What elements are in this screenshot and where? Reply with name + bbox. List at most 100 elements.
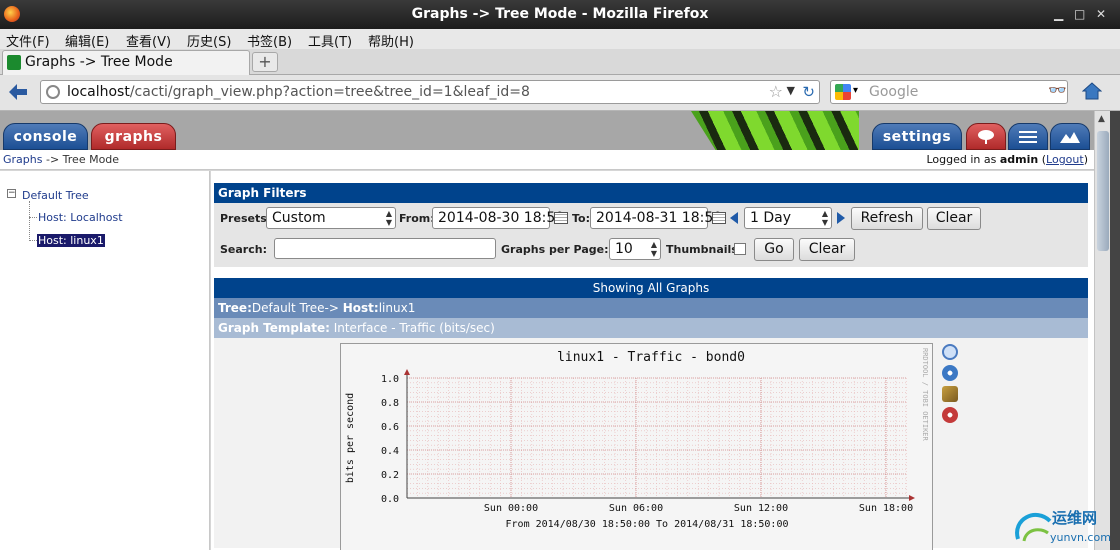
tree-item-linux1[interactable]: Host: linux1 [37, 234, 105, 247]
console-tab[interactable]: console [3, 123, 88, 150]
home-icon[interactable] [1082, 82, 1102, 100]
clear-dates-button[interactable]: Clear [927, 207, 981, 230]
breadcrumb-current: -> Tree Mode [42, 153, 120, 166]
settings-tab[interactable]: settings [872, 123, 962, 150]
login-user: admin [999, 153, 1039, 166]
graph-area: linux1 - Traffic - bond0 RRDTOOL / TOBI O… [214, 338, 1088, 550]
presets-select[interactable]: Custom ▲ ▼ [266, 207, 396, 229]
main-content: Graph Filters Presets: Custom ▲ ▼ From: 20… [211, 171, 1094, 550]
logout-link[interactable]: Logout [1046, 153, 1084, 166]
minimize-button[interactable]: ▁ [1054, 7, 1063, 21]
tree-icon [978, 130, 994, 144]
from-date-input[interactable]: 2014-08-30 18:50 [432, 207, 564, 229]
refresh-button[interactable]: Refresh [851, 207, 923, 230]
graph-template-header: Graph Template: Interface - Traffic (bit… [214, 318, 1088, 338]
graph-search-input[interactable] [274, 238, 496, 259]
watermark-brand: 运维网 [1052, 509, 1097, 527]
tree-connector [29, 217, 37, 218]
x-tick-label: Sun 06:00 [609, 503, 663, 514]
menu-history[interactable]: 历史(S) [187, 31, 231, 50]
cacti-favicon-icon [7, 55, 21, 70]
shift-right-icon[interactable] [837, 212, 845, 224]
preview-view-button[interactable] [1050, 123, 1090, 150]
tree-root[interactable]: Default Tree [22, 189, 89, 202]
x-tick-label: Sun 00:00 [484, 503, 538, 514]
export-csv-icon[interactable] [942, 365, 958, 381]
menu-help[interactable]: 帮助(H) [368, 31, 414, 50]
y-tick-label: 0.6 [381, 422, 399, 433]
from-label: From: [399, 212, 435, 225]
filters-body: Presets: Custom ▲ ▼ From: 2014-08-30 18:50… [214, 203, 1088, 267]
browser-tab[interactable]: Graphs -> Tree Mode [2, 50, 250, 75]
menu-bookmarks[interactable]: 书签(B) [247, 31, 292, 50]
search-label: Search: [220, 243, 267, 256]
x-tick-label: Sun 12:00 [734, 503, 788, 514]
cacti-header: console graphs settings [0, 111, 1094, 150]
search-placeholder: Google [869, 84, 919, 100]
breadcrumb-row: Graphs -> Tree Mode Logged in as admin (… [0, 150, 1094, 170]
menu-tools[interactable]: 工具(T) [308, 31, 352, 50]
vertical-scrollbar[interactable]: ▲ [1094, 111, 1110, 550]
tree-view-button[interactable] [966, 123, 1006, 150]
to-label: To: [572, 212, 590, 225]
select-arrows-icon: ▲ ▼ [385, 209, 392, 227]
watermark-domain: yunvn.com [1050, 531, 1111, 544]
menu-file[interactable]: 文件(F) [6, 31, 50, 50]
mountain-icon [1060, 132, 1080, 143]
clear-search-button[interactable]: Clear [799, 238, 855, 261]
y-tick-label: 0.2 [381, 470, 399, 481]
thumbnails-checkbox[interactable] [734, 243, 746, 255]
collapse-toggle-icon[interactable]: − [7, 189, 16, 198]
select-arrows-icon: ▲ ▼ [650, 240, 657, 258]
search-bar[interactable]: ▾ Google [830, 80, 1068, 104]
close-window-button[interactable]: ✕ [1096, 7, 1106, 21]
menu-view[interactable]: 查看(V) [126, 31, 171, 50]
tree-connector [29, 240, 37, 241]
reload-icon[interactable]: ↻ [802, 83, 815, 101]
binoculars-icon[interactable]: 👓 [1048, 81, 1067, 99]
url-bar[interactable]: localhost/cacti/graph_view.php?action=tr… [40, 80, 820, 104]
breadcrumb: Graphs -> Tree Mode [3, 153, 119, 166]
x-axis-arrow [909, 495, 915, 501]
graph-filters-header: Graph Filters [214, 183, 1088, 203]
chart-title: linux1 - Traffic - bond0 [557, 350, 745, 365]
maximize-button[interactable]: □ [1074, 7, 1085, 21]
thumbnails-label: Thumbnails: [666, 243, 743, 256]
timespan-select[interactable]: 1 Day ▲ ▼ [744, 207, 832, 229]
url-dropdown-icon[interactable]: ▼ [787, 84, 795, 97]
graphs-per-page-select[interactable]: 10 ▲ ▼ [609, 238, 661, 260]
tree-item-localhost[interactable]: Host: Localhost [38, 211, 123, 224]
graphs-tab[interactable]: graphs [91, 123, 176, 150]
graphs-per-page-label: Graphs per Page: [501, 243, 609, 256]
graph-filters-panel: Graph Filters Presets: Custom ▲ ▼ From: 20… [214, 183, 1088, 267]
debug-icon[interactable] [942, 407, 958, 423]
tree-path-header: Tree:Default Tree-> Host:linux1 [214, 298, 1088, 318]
menu-edit[interactable]: 编辑(E) [65, 31, 109, 50]
rrdtool-credit: RRDTOOL / TOBI OETIKER [921, 348, 929, 442]
to-date-input[interactable]: 2014-08-31 18:50 [590, 207, 722, 229]
edit-wrench-icon[interactable] [942, 386, 958, 402]
breadcrumb-graphs-link[interactable]: Graphs [3, 153, 42, 166]
list-view-button[interactable] [1008, 123, 1048, 150]
scroll-up-icon[interactable]: ▲ [1098, 114, 1105, 124]
select-arrows-icon: ▲ ▼ [821, 209, 828, 227]
new-tab-button[interactable]: + [252, 52, 278, 72]
zoom-icon[interactable] [942, 344, 958, 360]
url-text: localhost/cacti/graph_view.php?action=tr… [67, 84, 530, 100]
back-arrow-icon[interactable] [8, 83, 28, 101]
login-status: Logged in as admin (Logout) [926, 153, 1088, 166]
bookmark-star-icon[interactable]: ☆ [769, 82, 783, 101]
graph-tree: − Default Tree Host: Localhost Host: lin… [0, 171, 210, 550]
shift-left-icon[interactable] [730, 212, 738, 224]
to-calendar-icon[interactable] [712, 212, 726, 224]
from-calendar-icon[interactable] [554, 212, 568, 224]
search-engine-dropdown-icon[interactable]: ▾ [853, 85, 858, 96]
globe-icon [46, 85, 60, 99]
menu-bar: 文件(F) 编辑(E) 查看(V) 历史(S) 书签(B) 工具(T) 帮助(H… [0, 29, 1120, 50]
google-icon[interactable] [835, 84, 851, 100]
go-button[interactable]: Go [754, 238, 794, 261]
presets-label: Presets: [220, 212, 272, 225]
traffic-graph[interactable]: linux1 - Traffic - bond0 RRDTOOL / TOBI O… [340, 343, 933, 550]
chart-time-range: From 2014/08/30 18:50:00 To 2014/08/31 1… [506, 519, 789, 530]
scrollbar-thumb[interactable] [1097, 131, 1109, 251]
